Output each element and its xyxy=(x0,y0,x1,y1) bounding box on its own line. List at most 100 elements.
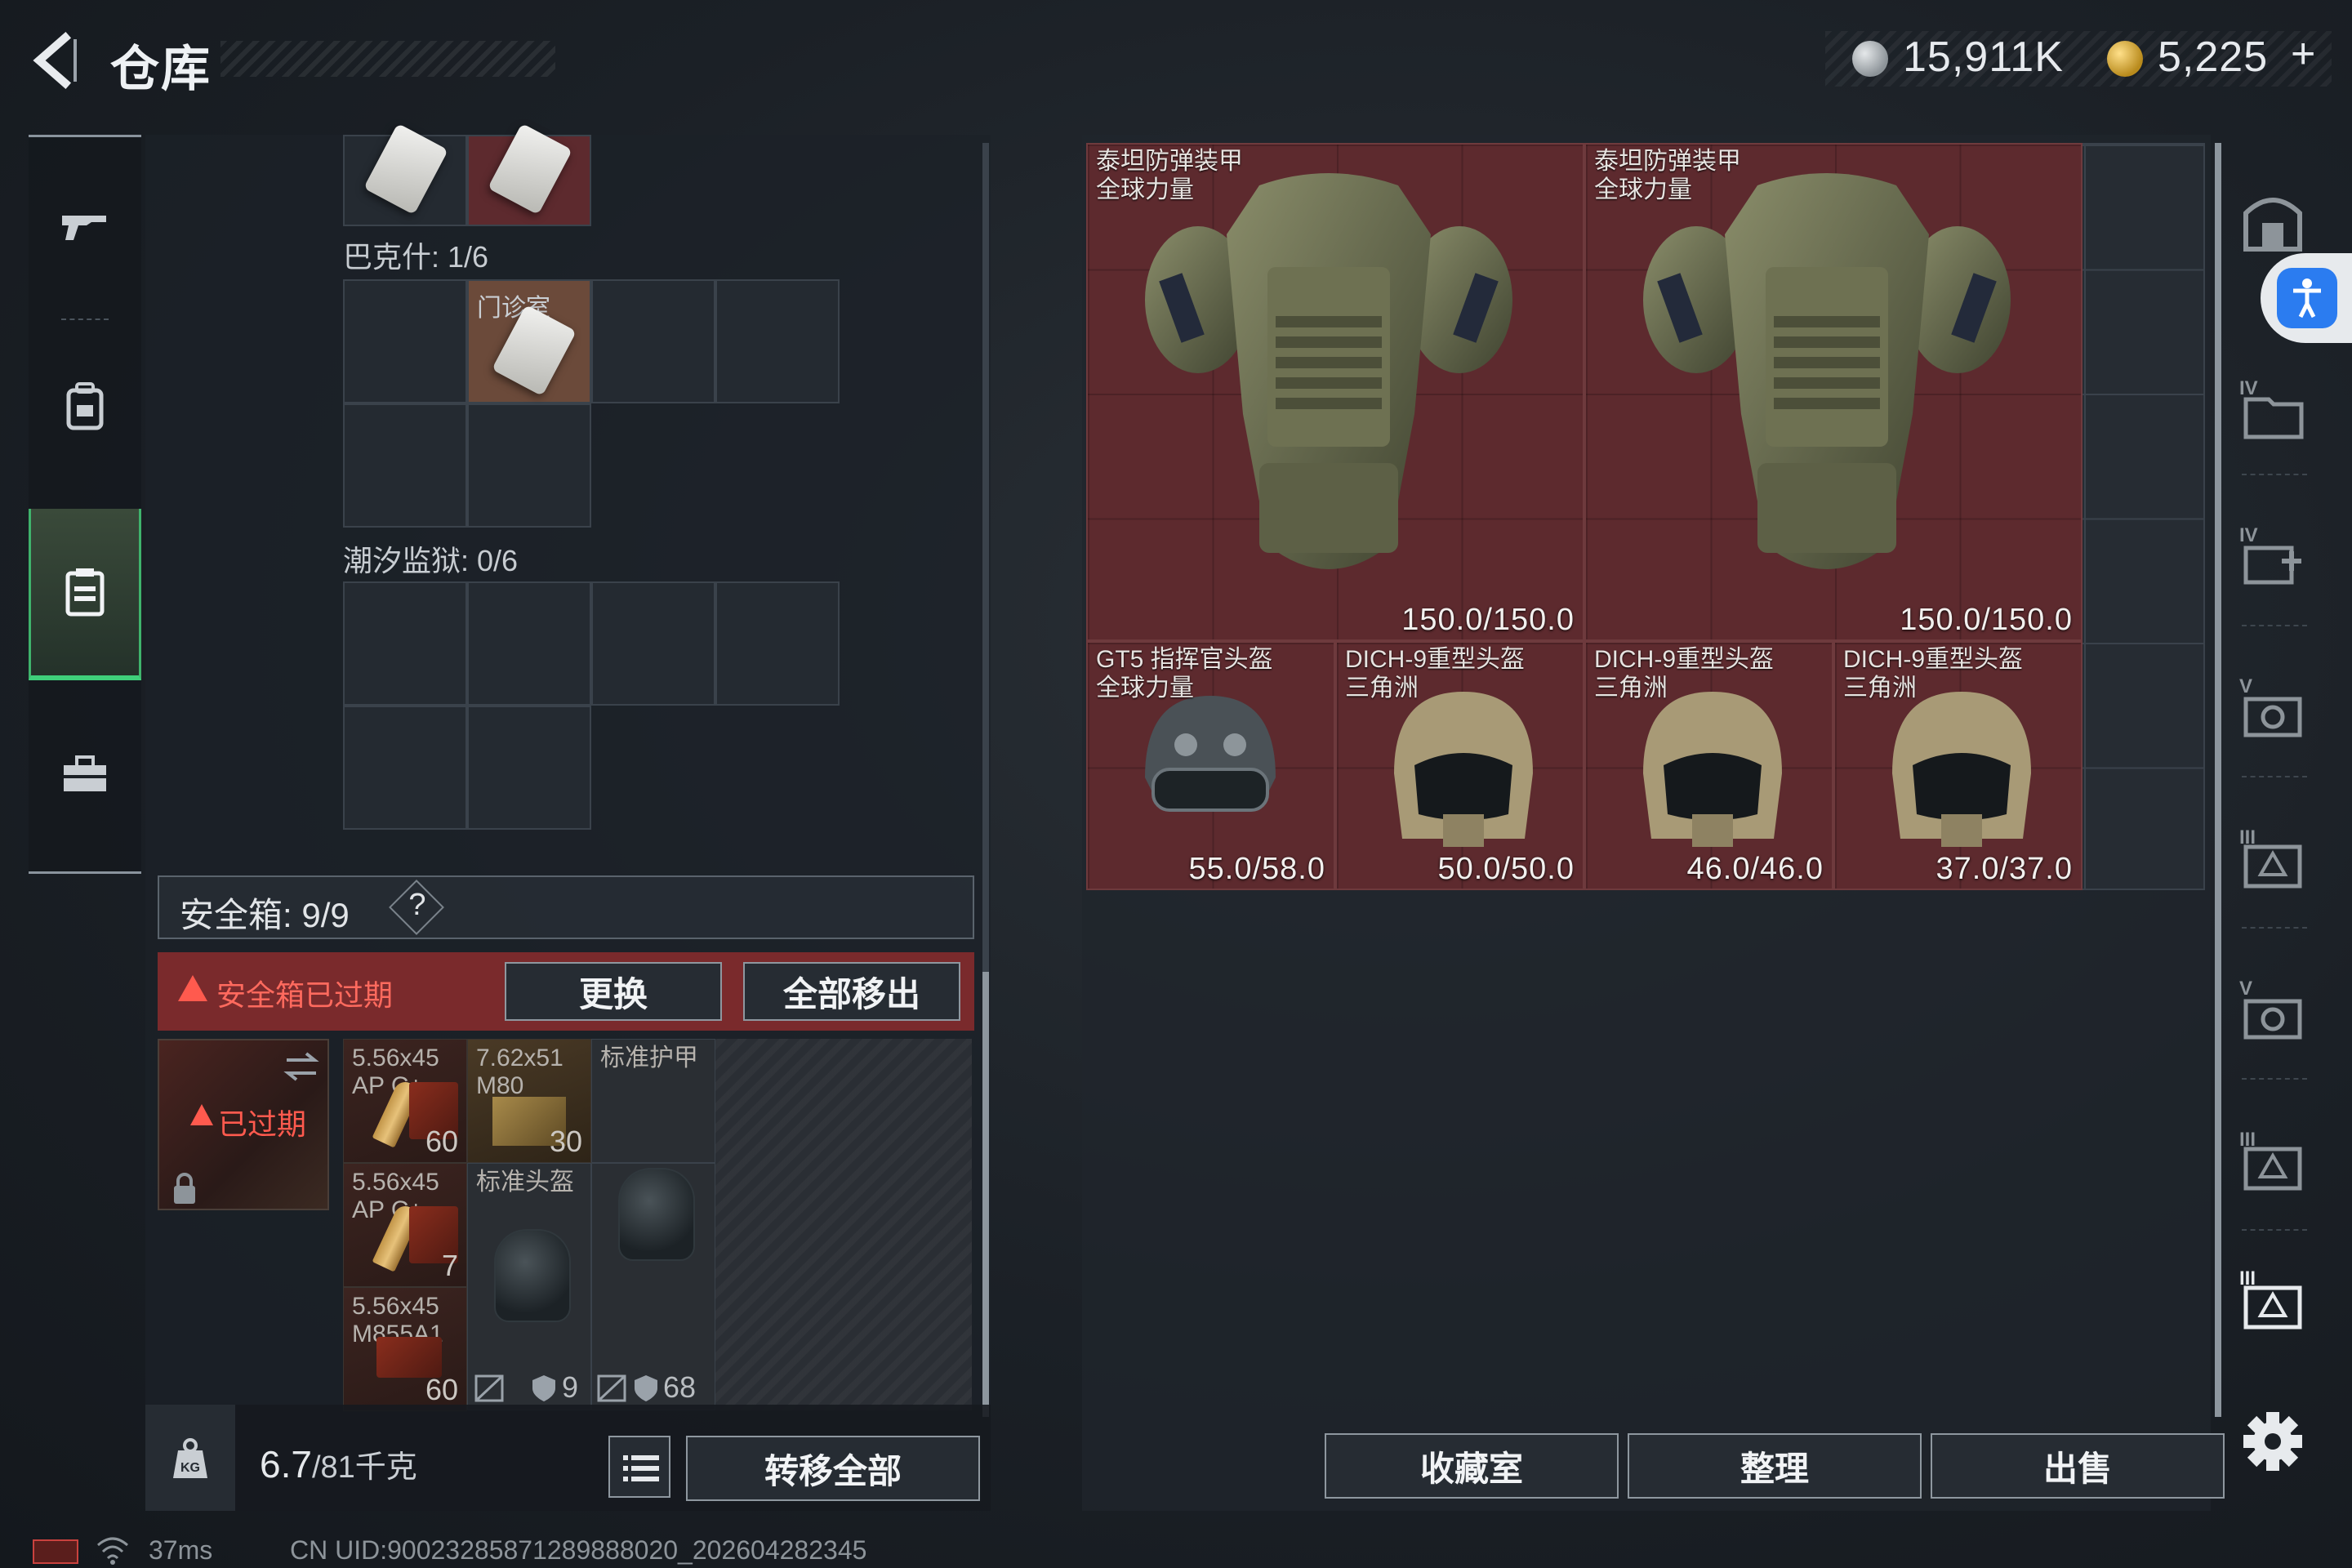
key-slot[interactable] xyxy=(343,279,467,403)
remove-all-button[interactable]: 全部移出 xyxy=(743,962,960,1021)
transfer-all-button[interactable]: 转移全部 xyxy=(686,1436,980,1501)
stash-home-icon[interactable] xyxy=(2236,184,2310,257)
stash-item-helmet[interactable]: DICH-9重型头盔 三角洲 50.0/50.0 xyxy=(1335,641,1584,890)
replace-button[interactable]: 更换 xyxy=(505,962,722,1021)
key-slot[interactable] xyxy=(715,581,840,706)
key-slot[interactable] xyxy=(591,279,715,403)
uid-text: CN UID:9002328587128988802​0_20260428234… xyxy=(290,1535,867,1565)
list-view-button[interactable] xyxy=(608,1436,670,1498)
armor-icon xyxy=(618,1168,695,1261)
key-slot[interactable] xyxy=(343,122,467,226)
item-name: 泰坦防弹装甲 xyxy=(1594,148,1741,175)
safe-box-thumbnail[interactable]: 已过期 xyxy=(158,1039,329,1210)
tier-4-folder-icon[interactable]: IV xyxy=(2236,372,2310,445)
key-slot[interactable] xyxy=(591,581,715,706)
key-slot[interactable] xyxy=(467,122,591,226)
lock-icon xyxy=(174,1173,195,1204)
durability: 37.0/37.0 xyxy=(1936,852,2073,886)
body-armor-icon xyxy=(1643,173,2011,569)
stash-item-helmet[interactable]: DICH-9重型头盔 三角洲 37.0/37.0 xyxy=(1833,641,2082,890)
key-slot-clinic[interactable]: 门诊室 xyxy=(467,279,591,403)
durability: 46.0/46.0 xyxy=(1686,852,1824,886)
tier-4-medical-icon[interactable]: IV xyxy=(2236,519,2310,592)
key-slot[interactable] xyxy=(343,581,467,706)
item-name: DICH-9重型头盔 xyxy=(1594,646,1775,673)
accessibility-button[interactable] xyxy=(2277,268,2337,328)
rail-separator xyxy=(2242,1229,2307,1231)
key-slot[interactable] xyxy=(467,581,591,706)
weight-icon: KG xyxy=(173,1438,207,1478)
currency-1-value: 15,911K xyxy=(1903,33,2064,81)
item-count: 30 xyxy=(549,1125,582,1158)
item-name: 7.62x51 M80 xyxy=(476,1045,564,1099)
safe-item[interactable]: 5.56x45 M855A1 60 xyxy=(343,1287,467,1411)
help-icon[interactable]: ? xyxy=(405,888,430,923)
stash-item-armor[interactable]: 泰坦防弹装甲 全球力量 150.0/150.0 xyxy=(1086,143,1584,641)
key-slot[interactable] xyxy=(343,403,467,528)
armor-stat: 9 xyxy=(562,1370,579,1404)
item-count: 7 xyxy=(441,1249,458,1282)
stash-item-armor[interactable]: 泰坦防弹装甲 全球力量 150.0/150.0 xyxy=(1584,143,2082,641)
weight-readout: 6.7/81千克 xyxy=(260,1441,417,1486)
item-case-icon: III xyxy=(2239,826,2302,889)
tier-5-safe-icon[interactable]: V xyxy=(2236,972,2310,1045)
item-label: 泰坦防弹装甲 全球力量 xyxy=(1096,148,1243,204)
expired-warning-text: 安全箱已过期 xyxy=(216,978,394,1012)
add-currency-button[interactable]: + xyxy=(2291,29,2316,78)
item-brand: 全球力量 xyxy=(1096,674,1194,702)
stash-item-helmet[interactable]: GT5 指挥官头盔 全球力量 55.0/58.0 xyxy=(1086,641,1335,890)
wifi-icon xyxy=(97,1537,128,1565)
nav-toolbox[interactable] xyxy=(29,693,141,856)
back-arrow-icon[interactable] xyxy=(24,31,83,90)
shield-icon xyxy=(532,1375,555,1401)
sell-button[interactable]: 出售 xyxy=(1931,1433,2225,1499)
toolbox-icon xyxy=(64,755,106,791)
collection-room-button[interactable]: 收藏室 xyxy=(1325,1433,1619,1499)
list-icon xyxy=(623,1455,659,1481)
left-scrollbar-thumb[interactable] xyxy=(982,972,989,1417)
svg-text:IV: IV xyxy=(2239,377,2258,399)
tier-3-case-icon[interactable]: III xyxy=(2236,821,2310,894)
durability: 150.0/150.0 xyxy=(1401,603,1575,637)
safe-item[interactable]: 7.62x51 M80 30 xyxy=(467,1039,591,1163)
stash-item-helmet[interactable]: DICH-9重型头盔 三角洲 46.0/46.0 xyxy=(1584,641,1833,890)
gun-icon xyxy=(62,216,106,240)
nav-weapons[interactable] xyxy=(29,145,141,309)
keycard-icon xyxy=(363,122,449,216)
ammo-box-icon xyxy=(376,1337,442,1378)
settings-gear-icon[interactable] xyxy=(2236,1405,2310,1478)
item-name: 泰坦防弹装甲 xyxy=(1096,148,1243,175)
item-brand: 全球力量 xyxy=(1594,176,1692,203)
safe-box-label: 安全箱: 9/9 xyxy=(180,896,350,934)
safe-item-armor[interactable]: 标准护甲 xyxy=(591,1039,715,1163)
key-slot[interactable] xyxy=(467,706,591,830)
safe-item[interactable]: 5.56x45 AP C+ 60 xyxy=(343,1039,467,1163)
safe-icon: V xyxy=(2239,978,2302,1040)
svg-text:KG: KG xyxy=(180,1461,200,1475)
key-slot[interactable] xyxy=(343,706,467,830)
no-repair-icon xyxy=(597,1374,626,1402)
keycard-icon xyxy=(487,122,573,216)
body-armor-icon xyxy=(1145,173,1512,569)
nav-backpack[interactable] xyxy=(29,325,141,488)
key-slot[interactable] xyxy=(715,279,840,403)
item-brand: 全球力量 xyxy=(1096,176,1194,203)
svg-text:IV: IV xyxy=(2239,524,2258,546)
tier-3-case-icon[interactable]: III xyxy=(2236,1123,2310,1196)
ping-text: 37ms xyxy=(149,1535,213,1565)
right-scrollbar-thumb[interactable] xyxy=(2215,143,2221,1417)
tier-3-case-icon-active[interactable]: III xyxy=(2236,1262,2310,1335)
safe-item[interactable]: 5.56x45 AP C+ 7 xyxy=(343,1163,467,1287)
key-slot[interactable] xyxy=(467,403,591,528)
sort-button[interactable]: 整理 xyxy=(1628,1433,1922,1499)
battery-icon xyxy=(33,1539,78,1564)
tier-5-safe-icon[interactable]: V xyxy=(2236,670,2310,743)
heavy-helmet-icon xyxy=(1643,692,1782,847)
item-count: 60 xyxy=(425,1125,458,1158)
expired-status: 已过期 xyxy=(218,1107,307,1141)
svg-text:V: V xyxy=(2239,675,2252,697)
item-brand: 三角洲 xyxy=(1594,674,1668,702)
nav-containers[interactable] xyxy=(29,509,141,680)
heavy-helmet-icon xyxy=(1892,692,2031,847)
item-brand: 三角洲 xyxy=(1843,674,1917,702)
